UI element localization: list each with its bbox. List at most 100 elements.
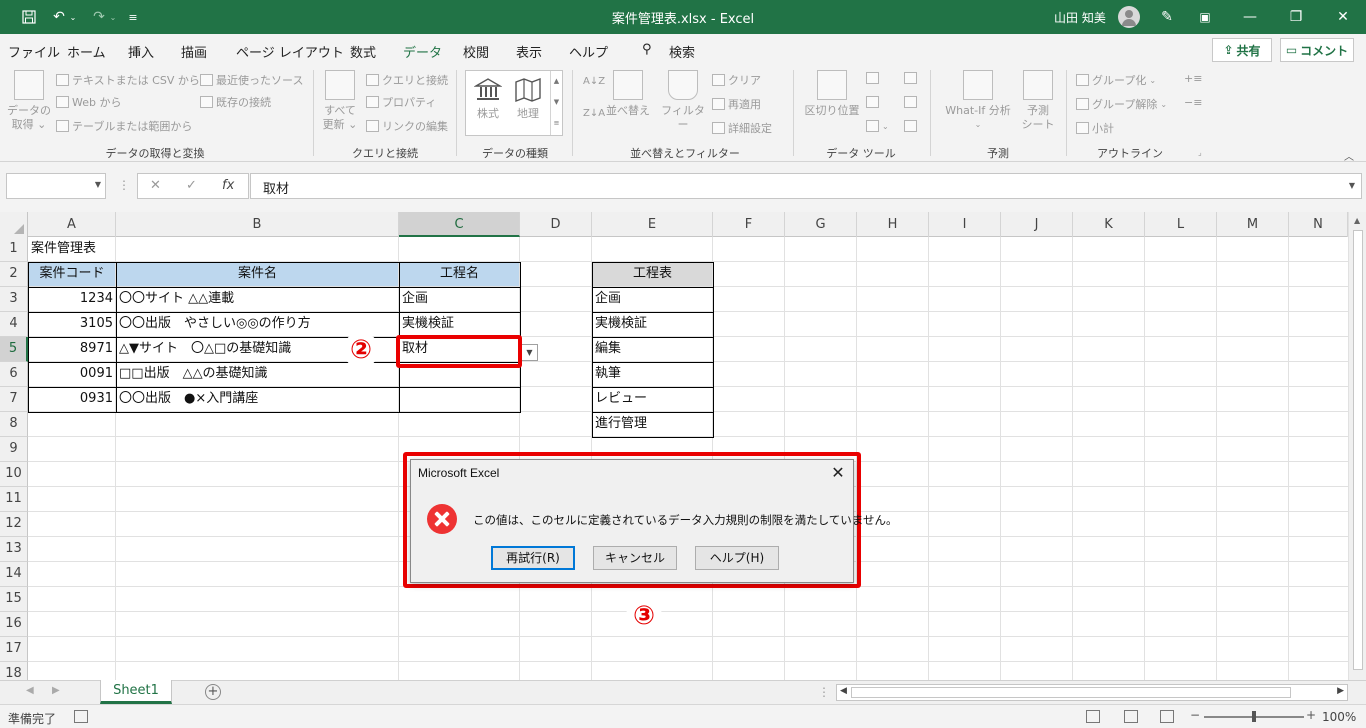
scroll-thumb[interactable] [1353, 230, 1363, 670]
get-data-button[interactable]: データの 取得 ⌄ [6, 70, 52, 132]
ribbon-display-icon[interactable]: ▣ [1190, 0, 1220, 34]
data-validation-icon[interactable]: ⌄ [866, 120, 889, 132]
avatar[interactable] [1118, 6, 1140, 28]
web-button[interactable]: Web から [56, 94, 121, 110]
zoom-out-icon[interactable]: − [1190, 708, 1200, 722]
row-header[interactable]: 2 [0, 262, 28, 287]
process-table-item[interactable]: 進行管理 [592, 412, 650, 437]
clear-button[interactable]: クリア [712, 72, 761, 88]
advanced-button[interactable]: 詳細設定 [712, 120, 772, 136]
tab-view[interactable]: 表示 [516, 42, 542, 61]
expand-formula-icon[interactable]: ▼ [1349, 181, 1355, 190]
column-header[interactable]: H [857, 212, 929, 237]
sheet-tab[interactable]: Sheet1 [100, 680, 172, 704]
row-header[interactable]: 10 [0, 462, 28, 487]
row-header[interactable]: 7 [0, 387, 28, 412]
confirm-entry-icon[interactable]: ✓ [186, 178, 197, 193]
share-button[interactable]: ⇪ 共有 [1212, 38, 1272, 62]
edit-links-button[interactable]: リンクの編集 [366, 118, 448, 134]
normal-view-icon[interactable] [1086, 710, 1100, 723]
column-header[interactable]: D [520, 212, 592, 237]
validation-dropdown-button[interactable]: ▼ [521, 344, 538, 361]
tab-file[interactable]: ファイル [8, 42, 60, 61]
geography-button[interactable]: 地理 [508, 77, 548, 121]
column-header[interactable]: A [28, 212, 116, 237]
pen-icon[interactable]: ✎ [1152, 0, 1182, 34]
scroll-left-icon[interactable]: ◀ [840, 686, 847, 696]
manage-data-model-icon[interactable] [904, 120, 917, 132]
cancel-entry-icon[interactable]: ✕ [150, 178, 161, 193]
scroll-thumb[interactable] [851, 687, 1291, 698]
worksheet-grid[interactable]: ABCDEFGHIJKLMN 案件管理表 案件コード 案件名 工程名 1234 … [0, 212, 1366, 680]
show-detail-icon[interactable]: +≡ [1184, 72, 1202, 85]
process-table-item[interactable]: レビュー [592, 387, 650, 412]
name-cell[interactable]: 〇〇出版 ●×入門講座 [116, 387, 261, 412]
sheet-title-cell[interactable]: 案件管理表 [28, 237, 99, 262]
row-header[interactable]: 8 [0, 412, 28, 437]
hide-detail-icon[interactable]: −≡ [1184, 96, 1202, 109]
properties-button[interactable]: プロパティ [366, 94, 436, 110]
close-button[interactable]: ✕ [1320, 0, 1366, 34]
row-header[interactable]: 14 [0, 562, 28, 587]
column-header[interactable]: K [1073, 212, 1145, 237]
tab-home[interactable]: ホーム [67, 42, 106, 61]
flash-fill-icon[interactable] [866, 72, 879, 84]
reapply-button[interactable]: 再適用 [712, 96, 761, 112]
name-cell[interactable]: 〇〇サイト △△連載 [116, 287, 237, 312]
row-header[interactable]: 12 [0, 512, 28, 537]
tab-help[interactable]: ヘルプ [569, 42, 608, 61]
process-cell[interactable]: 実機検証 [399, 312, 457, 337]
code-cell[interactable]: 0931 [28, 387, 116, 412]
row-header[interactable]: 1 [0, 237, 28, 262]
undo-dropdown-icon[interactable]: ⌄ [64, 0, 82, 34]
what-if-button[interactable]: What-If 分析 ⌄ [938, 70, 1018, 132]
header-code-cell[interactable]: 案件コード [28, 262, 116, 287]
gallery-scroll[interactable]: ▲ ▼ ≡ [550, 71, 562, 135]
next-sheet-icon[interactable]: ▶ [52, 685, 60, 696]
select-all-button[interactable] [0, 212, 28, 237]
save-icon[interactable] [14, 0, 44, 34]
tab-data[interactable]: データ [403, 42, 443, 67]
sort-az-icon[interactable]: A↓Z [583, 76, 605, 87]
row-header[interactable]: 18 [0, 662, 28, 680]
row-header[interactable]: 17 [0, 637, 28, 662]
consolidate-icon[interactable] [904, 72, 917, 84]
close-icon[interactable]: ✕ [827, 462, 849, 484]
name-cell[interactable]: △▼サイト 〇△□の基礎知識 [116, 337, 294, 362]
text-csv-button[interactable]: テキストまたは CSV から [56, 72, 200, 88]
restore-button[interactable]: ❐ [1273, 0, 1319, 34]
stocks-button[interactable]: 株式 [468, 77, 508, 121]
tab-search[interactable]: 検索 [669, 42, 695, 61]
scroll-up-icon[interactable]: ▲ [1354, 216, 1360, 225]
row-header[interactable]: 3 [0, 287, 28, 312]
customize-qat-icon[interactable]: ≡ [118, 0, 148, 34]
process-table-item[interactable]: 編集 [592, 337, 624, 362]
process-table-item[interactable]: 企画 [592, 287, 624, 312]
row-header[interactable]: 13 [0, 537, 28, 562]
row-header[interactable]: 5 [0, 337, 28, 362]
table-range-button[interactable]: テーブルまたは範囲から [56, 118, 192, 134]
column-header[interactable]: N [1289, 212, 1348, 237]
code-cell[interactable]: 3105 [28, 312, 116, 337]
column-header[interactable]: J [1001, 212, 1073, 237]
zoom-level[interactable]: 100% [1322, 710, 1356, 724]
data-types-gallery[interactable]: 株式 地理 ▲ ▼ ≡ [465, 70, 563, 136]
forecast-sheet-button[interactable]: 予測 シート [1018, 70, 1058, 132]
column-header[interactable]: M [1217, 212, 1289, 237]
minimize-button[interactable]: — [1227, 0, 1273, 34]
collapse-ribbon-icon[interactable]: ︿ [1344, 148, 1354, 163]
tab-insert[interactable]: 挿入 [128, 42, 154, 61]
filter-button[interactable]: フィルター [660, 70, 706, 132]
add-sheet-icon[interactable]: + [205, 684, 221, 700]
name-cell[interactable]: 〇〇出版 やさしい◎◎の作り方 [116, 312, 314, 337]
sort-button[interactable]: 並べ替え [606, 70, 650, 118]
formula-input[interactable]: 取材 ▼ [250, 173, 1362, 199]
zoom-in-icon[interactable]: + [1306, 708, 1316, 722]
help-button[interactable]: ヘルプ(H) [695, 546, 779, 570]
column-header[interactable]: G [785, 212, 857, 237]
page-layout-view-icon[interactable] [1124, 710, 1138, 723]
row-header[interactable]: 6 [0, 362, 28, 387]
existing-connections-button[interactable]: 既存の接続 [200, 94, 271, 110]
process-table-header[interactable]: 工程表 [592, 262, 713, 287]
process-cell[interactable]: 企画 [399, 287, 431, 312]
